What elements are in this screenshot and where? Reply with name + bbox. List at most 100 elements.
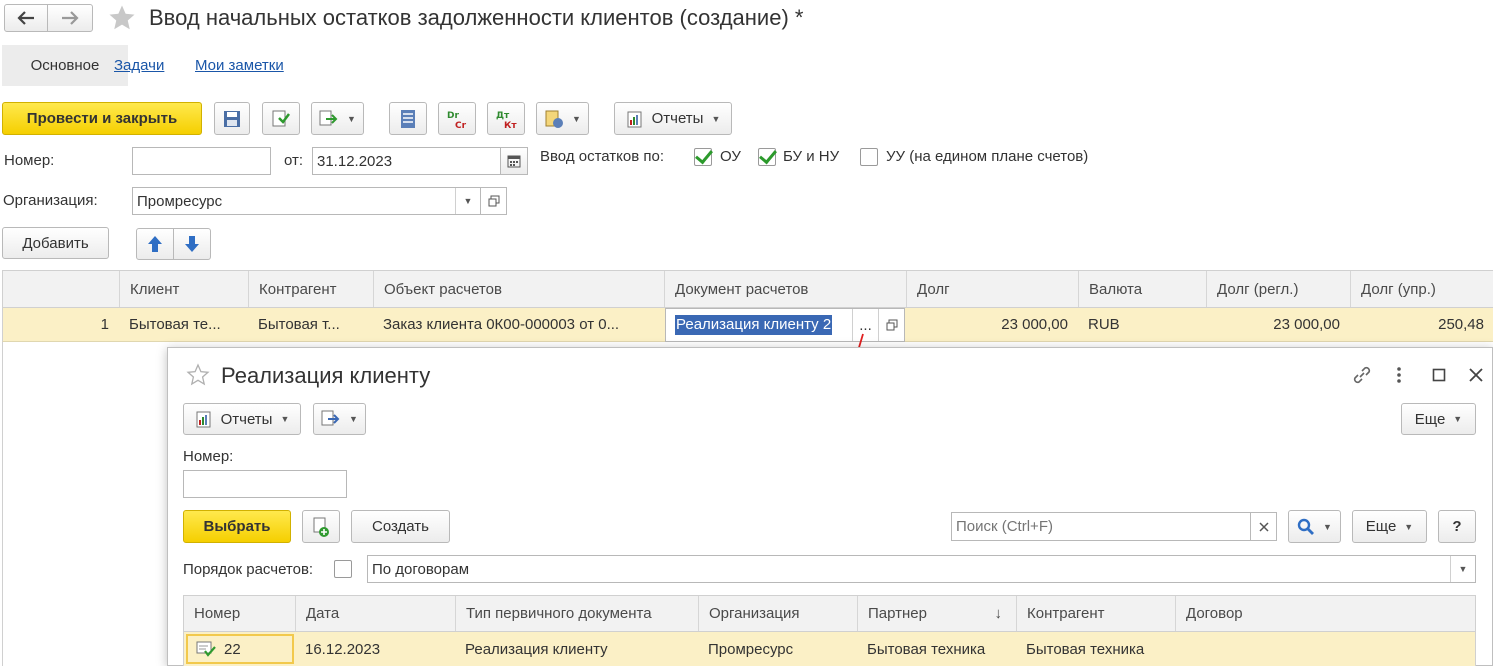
table-row[interactable]: 22 16.12.2023 Реализация клиенту Промрес…: [183, 632, 1476, 666]
more-vertical-icon[interactable]: [1394, 365, 1404, 385]
search-button[interactable]: ▼: [1288, 510, 1341, 543]
column-debt-upr[interactable]: Долг (упр.): [1350, 271, 1493, 307]
number-label: Номер:: [4, 152, 55, 169]
svg-text:Дт: Дт: [496, 111, 510, 121]
create-based-icon: [321, 410, 340, 426]
popup-number-field[interactable]: [183, 470, 347, 498]
organization-field[interactable]: Промресурс: [132, 187, 481, 215]
calendar-button[interactable]: [500, 147, 528, 175]
popup-create-based-button[interactable]: ▼: [313, 403, 366, 435]
chevron-down-icon: ▼: [711, 113, 721, 124]
popup-row-partner: Бытовая техника: [867, 640, 986, 658]
chevron-down-icon: ▼: [1323, 521, 1332, 532]
dt-kt-icon: ДтКт: [496, 111, 517, 130]
popup-row-doc-type: Реализация клиенту: [465, 640, 608, 658]
popup-more2-button[interactable]: Еще ▼: [1352, 510, 1427, 543]
dt-kt-button[interactable]: Дт Кт: [487, 102, 525, 135]
report-icon: [196, 411, 211, 428]
search-clear-button[interactable]: [1250, 512, 1277, 541]
reports-label: Отчеты: [651, 110, 704, 127]
window-title: Ввод начальных остатков задолженности кл…: [149, 5, 804, 30]
open-window-icon[interactable]: [878, 309, 905, 341]
create-button[interactable]: Создать: [351, 510, 450, 543]
chevron-down-icon: ▼: [1404, 521, 1414, 532]
sort-arrow-icon: ↓: [994, 605, 1003, 622]
number-field[interactable]: [132, 147, 271, 175]
table-body-left-border: [2, 342, 3, 666]
chevron-down-icon: ▼: [1453, 414, 1463, 424]
column-counterparty[interactable]: Контрагент: [248, 271, 373, 307]
popup-column-contract[interactable]: Договор: [1175, 596, 1477, 631]
back-button[interactable]: [4, 4, 48, 32]
popup-row-date: 16.12.2023: [305, 640, 381, 658]
column-currency[interactable]: Валюта: [1078, 271, 1206, 307]
column-debt-regl[interactable]: Долг (регл.): [1206, 271, 1350, 307]
star-icon[interactable]: [186, 363, 210, 387]
arrow-left-icon: [17, 11, 34, 25]
popup-column-organization[interactable]: Организация: [698, 596, 857, 631]
popup-column-number[interactable]: Номер: [184, 596, 295, 631]
popup-column-partner-label: Партнер: [868, 605, 927, 622]
column-client[interactable]: Клиент: [119, 271, 248, 307]
row-counterparty: Бытовая т...: [258, 316, 340, 333]
date-field[interactable]: 31.12.2023: [312, 147, 501, 175]
debit-credit-icon: DrCr: [447, 111, 467, 130]
tab-main[interactable]: Основное: [2, 45, 128, 86]
checkbox-ou[interactable]: [694, 148, 712, 166]
tab-tasks[interactable]: Задачи: [114, 57, 164, 74]
move-down-button[interactable]: [173, 228, 211, 260]
settlement-order-label: Порядок расчетов:: [183, 561, 314, 578]
save-button[interactable]: [214, 102, 250, 135]
reports-button[interactable]: Отчеты ▼: [614, 102, 732, 135]
post-and-close-button[interactable]: Провести и закрыть: [2, 102, 202, 135]
column-debt[interactable]: Долг: [906, 271, 1078, 307]
help-button[interactable]: ?: [1438, 510, 1476, 543]
organization-dropdown-button[interactable]: ▼: [455, 188, 480, 214]
create-copy-button[interactable]: [302, 510, 340, 543]
dr-cr-button[interactable]: Dr Cr: [438, 102, 476, 135]
select-button[interactable]: Выбрать: [183, 510, 291, 543]
checkbox-uu[interactable]: [860, 148, 878, 166]
svg-text:Cr: Cr: [455, 121, 467, 130]
chevron-down-icon: ▼: [347, 113, 356, 124]
attachments-button[interactable]: ▼: [536, 102, 589, 135]
add-button[interactable]: Добавить: [2, 227, 109, 259]
popup-column-partner[interactable]: Партнер ↓: [857, 596, 1016, 631]
maximize-icon[interactable]: [1432, 368, 1446, 382]
structure-button[interactable]: [389, 102, 427, 135]
create-based-on-button[interactable]: ▼: [311, 102, 364, 135]
settlement-order-dropdown[interactable]: ▼: [1450, 556, 1475, 582]
search-input[interactable]: [951, 512, 1251, 541]
popup-column-date[interactable]: Дата: [295, 596, 455, 631]
organization-open-button[interactable]: [480, 187, 507, 215]
settlement-order-field[interactable]: По договорам: [367, 555, 1476, 583]
row-debt-regl: 23 000,00: [1273, 316, 1340, 333]
popup-more-button[interactable]: Еще ▼: [1401, 403, 1476, 435]
svg-text:Кт: Кт: [504, 121, 517, 130]
tab-notes[interactable]: Мои заметки: [195, 57, 284, 74]
popup-reports-button[interactable]: Отчеты ▼: [183, 403, 301, 435]
forward-button[interactable]: [47, 4, 93, 32]
chevron-down-icon: ▼: [280, 414, 290, 424]
popup-column-counterparty[interactable]: Контрагент: [1016, 596, 1175, 631]
link-icon[interactable]: [1351, 364, 1373, 386]
settlement-order-value: По договорам: [372, 560, 470, 578]
search-icon: [1297, 518, 1315, 535]
column-settlement-document[interactable]: Документ расчетов: [664, 271, 906, 307]
table-row[interactable]: 1 Бытовая те... Бытовая т... Заказ клиен…: [2, 308, 1493, 342]
calendar-icon: [507, 155, 521, 168]
settlement-order-checkbox[interactable]: [334, 560, 352, 578]
column-settlement-object[interactable]: Объект расчетов: [373, 271, 664, 307]
popup-column-doc-type[interactable]: Тип первичного документа: [455, 596, 698, 631]
clip-document-icon: [545, 110, 564, 128]
checkbox-bu-nu-label: БУ и НУ: [783, 148, 840, 165]
move-up-button[interactable]: [136, 228, 174, 260]
close-icon[interactable]: [1468, 367, 1484, 383]
popup-title: Реализация клиенту: [221, 363, 431, 388]
settlement-document-value: Реализация клиенту 2: [675, 315, 833, 335]
star-icon[interactable]: [107, 3, 137, 33]
checkbox-bu-nu[interactable]: [758, 148, 776, 166]
row-debt: 23 000,00: [1001, 316, 1068, 333]
close-icon: [1258, 521, 1269, 532]
post-button[interactable]: [262, 102, 300, 135]
